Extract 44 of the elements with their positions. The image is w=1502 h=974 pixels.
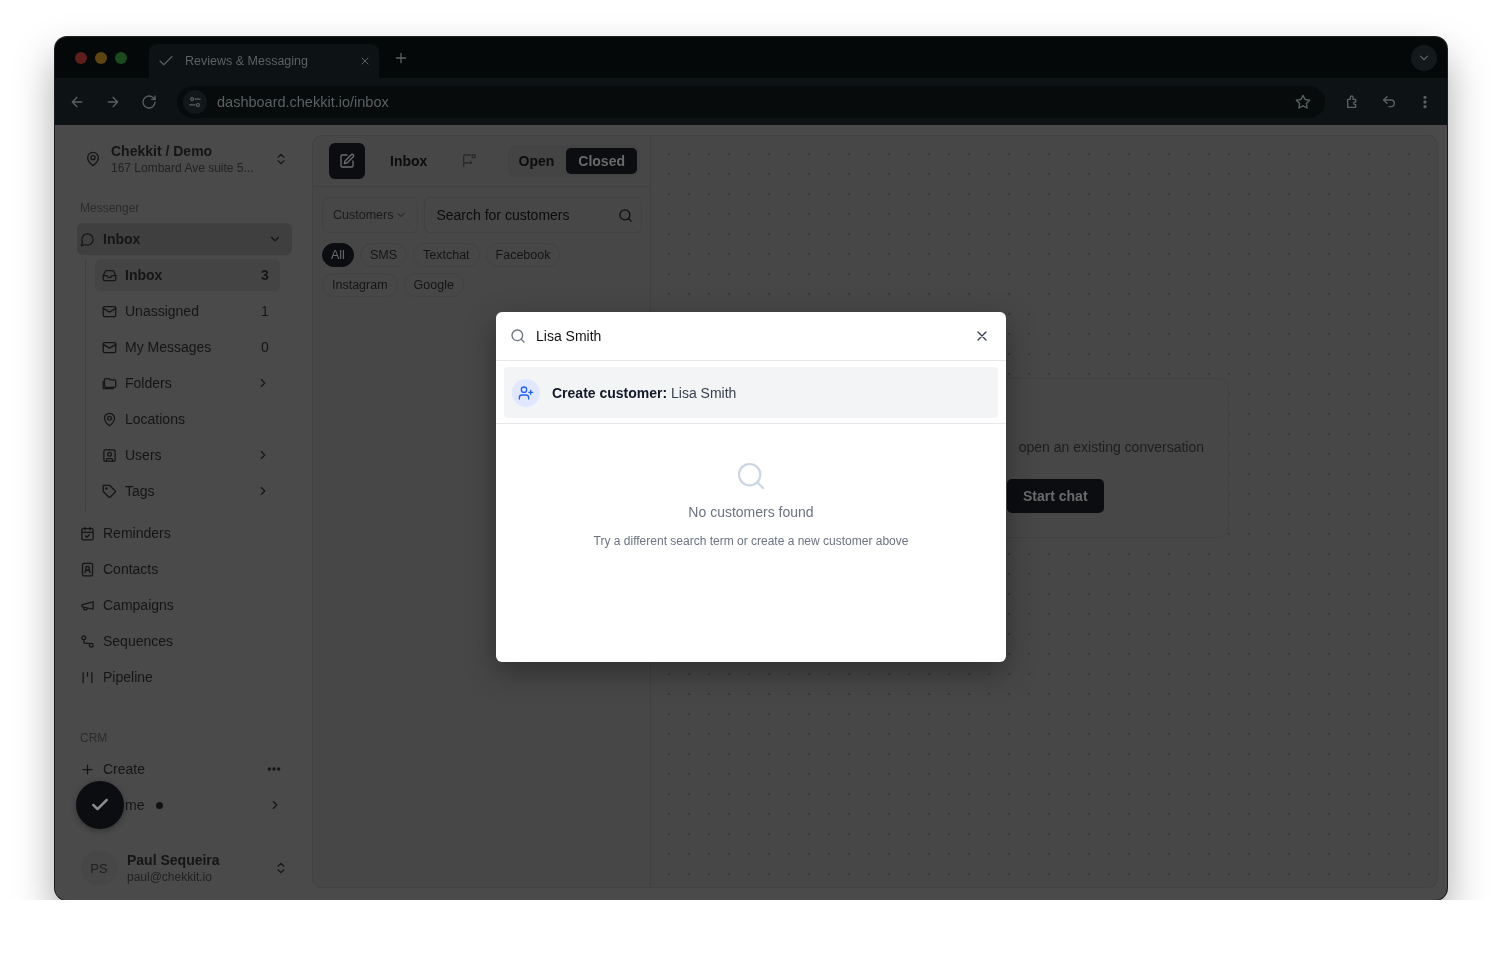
envelope-icon	[102, 303, 117, 319]
panel-title: Inbox	[390, 153, 428, 169]
undo-icon	[1381, 93, 1397, 110]
contact-card-icon	[80, 561, 95, 577]
envelope-icon	[102, 339, 117, 355]
plus-icon	[80, 761, 95, 777]
search-icon	[735, 460, 767, 492]
search-icon	[510, 328, 526, 344]
start-chat-button[interactable]: Start chat	[1007, 479, 1104, 513]
columns-icon	[80, 669, 95, 685]
chat-bubble-icon	[80, 231, 95, 247]
flag-chat-icon	[461, 153, 478, 169]
create-customer-option[interactable]: Create customer: Lisa Smith	[504, 367, 998, 418]
channel-filter-chip[interactable]: All	[322, 243, 354, 267]
star-icon	[1295, 93, 1311, 110]
calendar-icon	[80, 525, 95, 541]
folder-icon	[102, 375, 117, 391]
search-field[interactable]: Search for customers	[424, 197, 642, 233]
user-plus-icon	[518, 384, 534, 401]
edit-icon	[339, 153, 355, 169]
empty-state-title: No customers found	[688, 504, 814, 520]
tab-list-button[interactable]	[1411, 44, 1437, 71]
address-bar[interactable]: dashboard.chekkit.io/inbox	[177, 85, 1325, 118]
search-icon	[618, 207, 633, 223]
flag-chat-icon-button[interactable]	[461, 153, 478, 169]
close-window-button[interactable]	[75, 51, 87, 64]
empty-state-hint: Try a different search term or create a new customer above	[593, 534, 909, 548]
site-settings-icon	[188, 94, 202, 109]
browser-tab[interactable]: Reviews & Messaging	[149, 44, 379, 78]
status-tab[interactable]: Closed	[566, 148, 637, 174]
tag-icon	[102, 483, 117, 499]
inbox-tray-icon	[102, 267, 117, 283]
reload-icon	[141, 93, 157, 110]
compose-button[interactable]	[329, 143, 365, 179]
maximize-window-button[interactable]	[115, 51, 127, 64]
customer-search-input[interactable]: Lisa Smith	[536, 328, 964, 344]
minimize-window-button[interactable]	[95, 51, 107, 64]
location-pin-icon	[102, 411, 117, 427]
location-pin-icon	[85, 151, 101, 167]
close-icon	[359, 55, 371, 67]
nodes-icon	[80, 633, 95, 649]
status-tab[interactable]: Open	[510, 148, 563, 174]
user-badge-icon	[102, 447, 117, 463]
check-toast[interactable]	[76, 781, 124, 829]
